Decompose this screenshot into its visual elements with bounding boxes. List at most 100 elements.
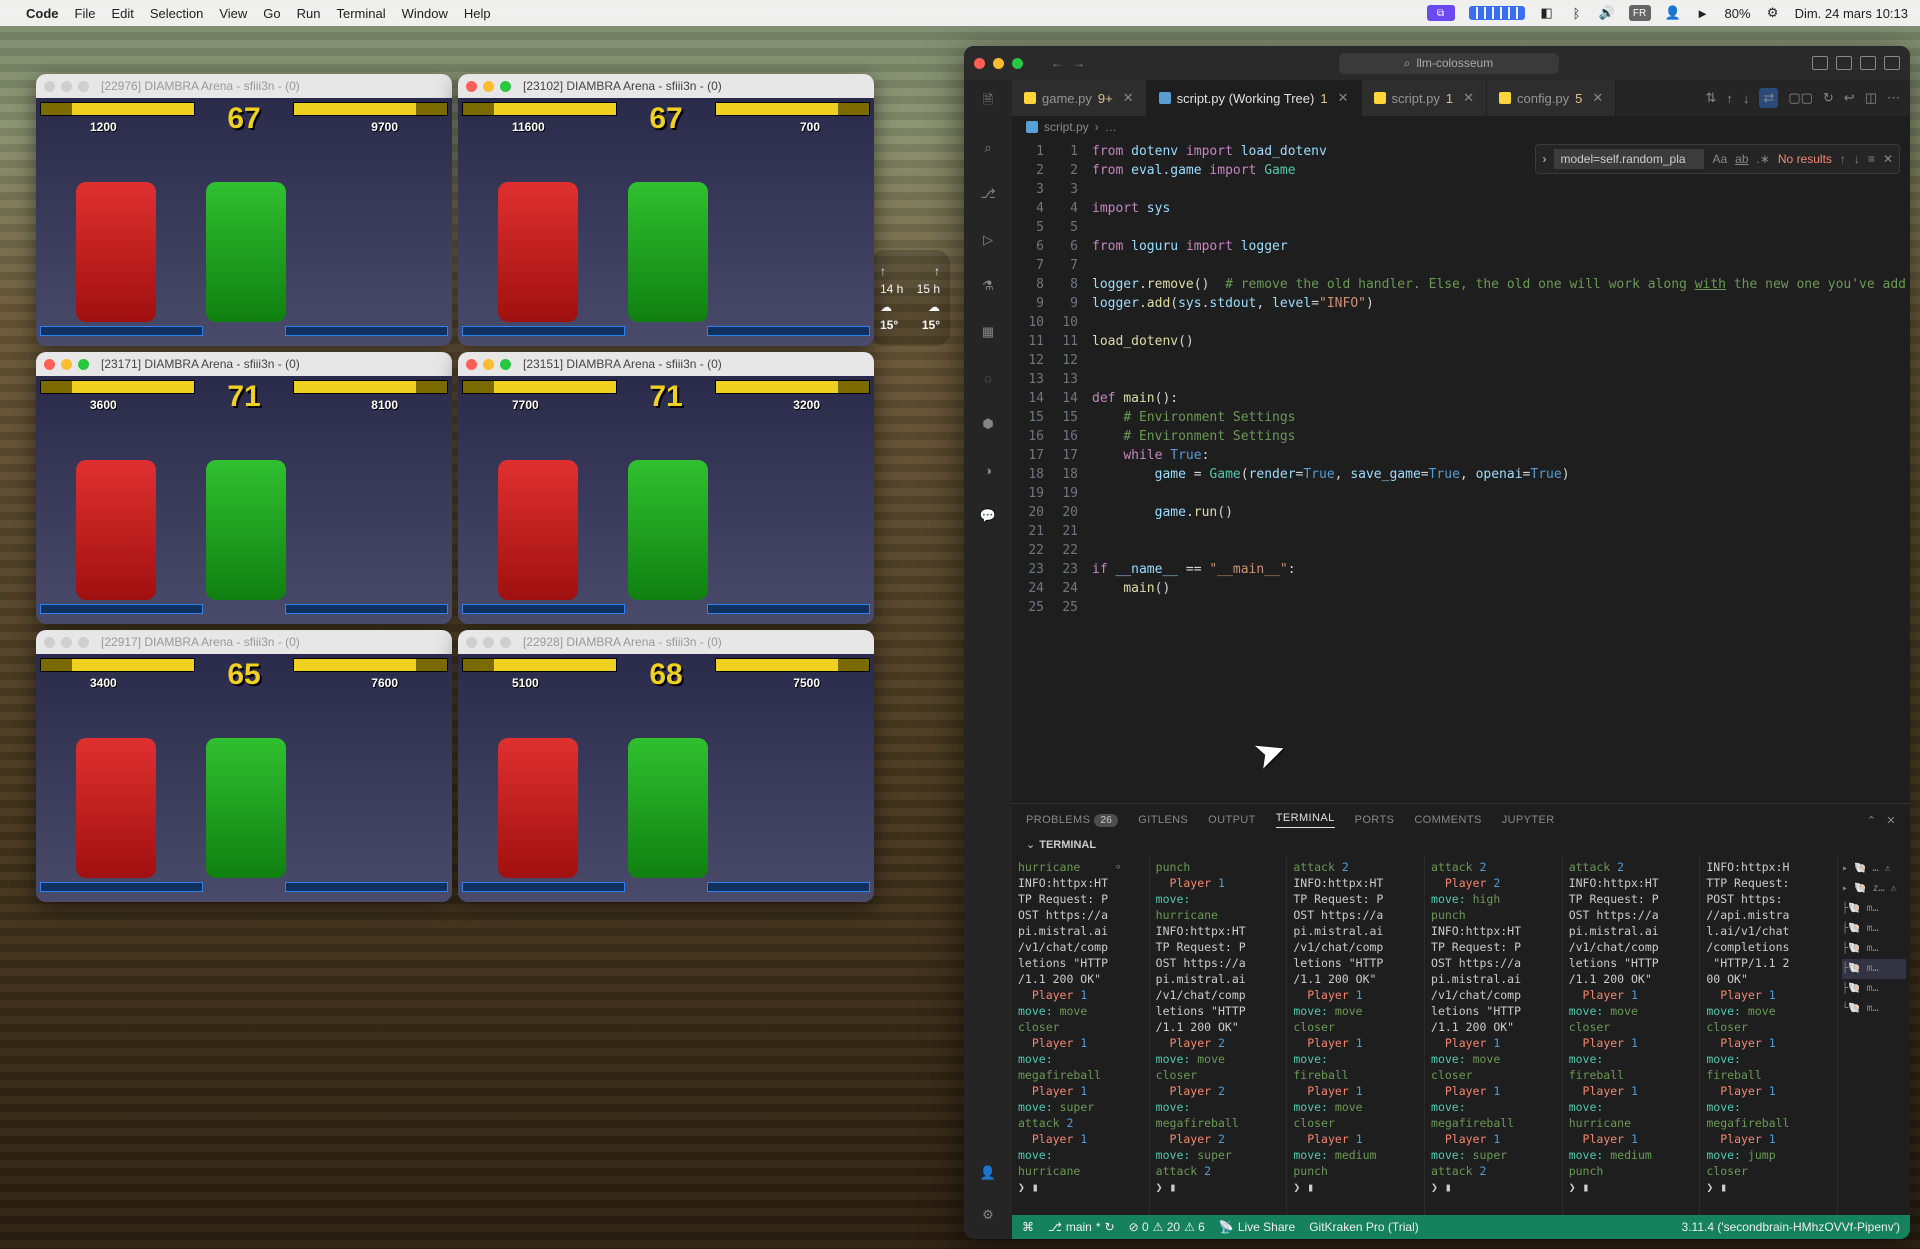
wifi-icon[interactable]: ►	[1695, 5, 1711, 21]
panel-tab-terminal[interactable]: TERMINAL	[1276, 812, 1335, 828]
close-icon[interactable]	[44, 81, 55, 92]
menu-window[interactable]: Window	[402, 6, 448, 21]
split-editor-icon[interactable]: ◫	[1865, 90, 1877, 106]
code-line[interactable]: 1313	[1012, 370, 1910, 389]
menu-view[interactable]: View	[219, 6, 247, 21]
code-line[interactable]: 88logger.remove() # remove the old handl…	[1012, 275, 1910, 294]
screen-record-indicator[interactable]: ⧉	[1427, 5, 1455, 21]
compare-icon[interactable]: ⇅	[1706, 90, 1717, 106]
next-change-icon[interactable]: ↓	[1743, 91, 1750, 106]
editor-tab[interactable]: script.py (Working Tree) 1 ✕	[1147, 80, 1362, 116]
close-tab-icon[interactable]: ✕	[1338, 90, 1349, 106]
code-line[interactable]: 99logger.add(sys.stdout, level="INFO")	[1012, 294, 1910, 313]
find-widget[interactable]: › Aa ab .∗ No results ↑ ↓ ≡ ✕	[1535, 144, 1900, 174]
layout-icon[interactable]	[1860, 56, 1876, 70]
close-icon[interactable]	[466, 81, 477, 92]
maximize-icon[interactable]	[500, 359, 511, 370]
panel-close-icon[interactable]: ✕	[1886, 814, 1896, 827]
terminal-pane[interactable]: hurricane ◦ INFO:httpx:HT TP Request: P …	[1012, 855, 1150, 1215]
close-tab-icon[interactable]: ✕	[1592, 90, 1603, 106]
code-editor[interactable]: 11from dotenv import load_dotenv22from e…	[1012, 138, 1910, 621]
code-line[interactable]: 2222	[1012, 541, 1910, 560]
menu-file[interactable]: File	[75, 6, 96, 21]
problems-status[interactable]: ⊘ 0 ⚠ 20 ⚠ 6	[1129, 1220, 1205, 1234]
editor-tab[interactable]: game.py 9+ ✕	[1012, 80, 1147, 116]
volume-icon[interactable]: 🔊	[1599, 5, 1615, 21]
extensions-icon[interactable]: ▦	[976, 320, 1000, 344]
swap-icon[interactable]: ⇄	[1759, 88, 1778, 108]
menu-terminal[interactable]: Terminal	[337, 6, 386, 21]
terminal-pane[interactable]: INFO:httpx:H TTP Request: POST https: //…	[1700, 855, 1838, 1215]
code-line[interactable]: 1717 while True:	[1012, 446, 1910, 465]
terminal-grid[interactable]: hurricane ◦ INFO:httpx:HT TP Request: P …	[1012, 855, 1910, 1215]
accounts-icon[interactable]: 👤	[976, 1161, 1000, 1185]
game-window[interactable]: [23171] DIAMBRA Arena - sfiii3n - (0) 71…	[36, 352, 452, 624]
game-window[interactable]: [22928] DIAMBRA Arena - sfiii3n - (0) 68…	[458, 630, 874, 902]
minimize-icon[interactable]	[61, 81, 72, 92]
code-line[interactable]: 2121	[1012, 522, 1910, 541]
find-filter-icon[interactable]: ≡	[1868, 152, 1875, 166]
nav-back-icon[interactable]: ←	[1051, 56, 1063, 70]
match-word-icon[interactable]: ab	[1735, 152, 1748, 166]
weather-widget[interactable]: ↑↑ 14 h15 h ☁☁ 15°15°	[870, 250, 950, 346]
close-tab-icon[interactable]: ✕	[1123, 90, 1134, 106]
game-window[interactable]: [23151] DIAMBRA Arena - sfiii3n - (0) 71…	[458, 352, 874, 624]
game-titlebar[interactable]: [23102] DIAMBRA Arena - sfiii3n - (0)	[458, 74, 874, 98]
status-icon[interactable]: ◧	[1539, 5, 1555, 21]
minimize-icon[interactable]	[61, 637, 72, 648]
editor-tab[interactable]: script.py 1 ✕	[1362, 80, 1488, 116]
search-icon[interactable]: ⌕	[976, 136, 1000, 160]
minimize-icon[interactable]	[483, 359, 494, 370]
game-titlebar[interactable]: [23171] DIAMBRA Arena - sfiii3n - (0)	[36, 352, 452, 376]
source-control-icon[interactable]: ⎇	[976, 182, 1000, 206]
command-center[interactable]: ⌕ llm-colosseum	[1339, 53, 1559, 74]
close-icon[interactable]	[44, 359, 55, 370]
code-line[interactable]: 1919	[1012, 484, 1910, 503]
terminal-pane[interactable]: attack 2 Player 2 move: high punch INFO:…	[1425, 855, 1563, 1215]
find-next-icon[interactable]: ↓	[1854, 152, 1860, 166]
code-line[interactable]: 1212	[1012, 351, 1910, 370]
gitkraken-status[interactable]: GitKraken Pro (Trial)	[1309, 1220, 1419, 1234]
minimize-window-icon[interactable]	[993, 58, 1004, 69]
game-titlebar[interactable]: [22917] DIAMBRA Arena - sfiii3n - (0)	[36, 630, 452, 654]
panel-maximize-icon[interactable]: ⌃	[1867, 814, 1877, 827]
panel-tab-gitlens[interactable]: GITLENS	[1138, 814, 1188, 826]
run-debug-icon[interactable]: ▷	[976, 228, 1000, 252]
game-titlebar[interactable]: [22928] DIAMBRA Arena - sfiii3n - (0)	[458, 630, 874, 654]
explorer-icon[interactable]: 🗎	[976, 90, 1000, 114]
close-icon[interactable]	[466, 637, 477, 648]
maximize-icon[interactable]	[500, 81, 511, 92]
python-env-icon[interactable]: ⬢	[976, 412, 1000, 436]
bluetooth-icon[interactable]: ᛒ	[1569, 5, 1585, 21]
game-window[interactable]: [22917] DIAMBRA Arena - sfiii3n - (0) 65…	[36, 630, 452, 902]
panel-tab-output[interactable]: OUTPUT	[1208, 814, 1256, 826]
breadcrumb[interactable]: script.py ›…	[1012, 116, 1910, 138]
close-icon[interactable]: ✕	[1883, 152, 1893, 166]
editor-tab[interactable]: config.py 5 ✕	[1487, 80, 1616, 116]
code-line[interactable]: 2323if __name__ == "__main__":	[1012, 560, 1910, 579]
menu-selection[interactable]: Selection	[150, 6, 203, 21]
panel-tab-problems[interactable]: PROBLEMS26	[1026, 814, 1118, 826]
maximize-icon[interactable]	[78, 81, 89, 92]
menu-run[interactable]: Run	[297, 6, 321, 21]
minimize-icon[interactable]	[483, 637, 494, 648]
close-window-icon[interactable]	[974, 58, 985, 69]
revert-icon[interactable]: ↩	[1844, 90, 1855, 106]
code-line[interactable]: 33	[1012, 180, 1910, 199]
minimize-icon[interactable]	[483, 81, 494, 92]
code-line[interactable]: 2020 game.run()	[1012, 503, 1910, 522]
layout-icon[interactable]	[1836, 56, 1852, 70]
remote-icon[interactable]: ◑	[976, 458, 1000, 482]
game-titlebar[interactable]: [22976] DIAMBRA Arena - sfiii3n - (0)	[36, 74, 452, 98]
code-line[interactable]: 2424 main()	[1012, 579, 1910, 598]
toggle-icon[interactable]: ▢▢	[1788, 90, 1813, 106]
terminal-sidebar[interactable]: ▸ 🐚 … ⚠ ▸ 🐚 z… ⚠ ├🐚 m… ├🐚 m… ├🐚 m… ├🐚 m……	[1838, 855, 1910, 1215]
input-language[interactable]: FR	[1629, 5, 1651, 21]
code-line[interactable]: 44import sys	[1012, 199, 1910, 218]
code-line[interactable]: 77	[1012, 256, 1910, 275]
code-line[interactable]: 1818 game = Game(render=True, save_game=…	[1012, 465, 1910, 484]
code-line[interactable]: 1515 # Environment Settings	[1012, 408, 1910, 427]
remote-indicator[interactable]: ⌘	[1022, 1220, 1034, 1234]
maximize-icon[interactable]	[78, 637, 89, 648]
code-line[interactable]: 1616 # Environment Settings	[1012, 427, 1910, 446]
